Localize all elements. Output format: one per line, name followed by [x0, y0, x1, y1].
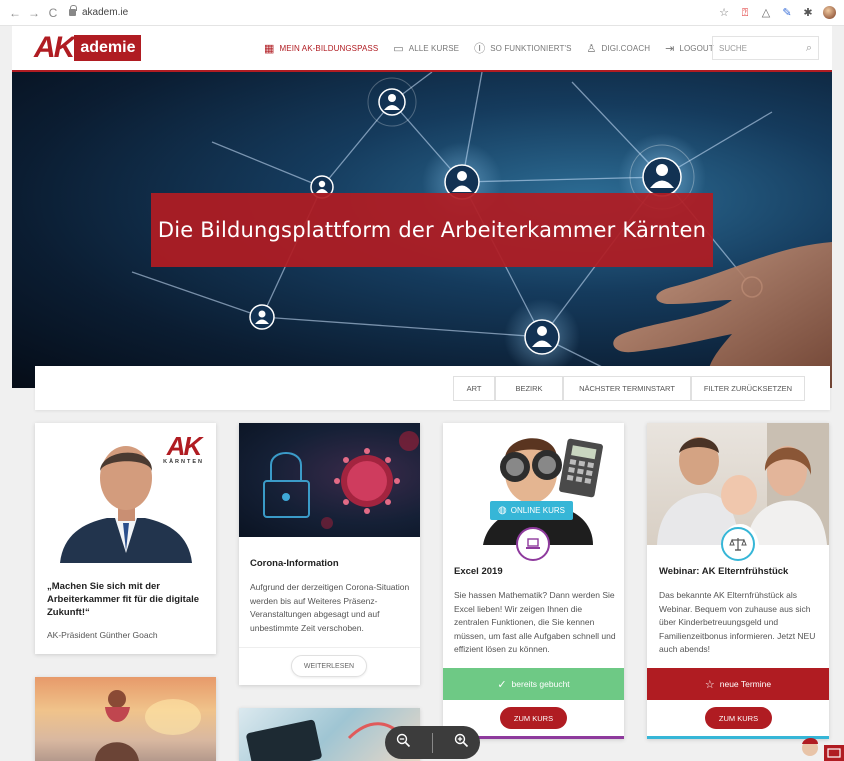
akademie-logo[interactable]: AK ademie — [34, 31, 142, 64]
zum-kurs-button[interactable]: ZUM KURS — [705, 707, 772, 729]
nav-digi-coach[interactable]: ♙ DIGI.COACH — [587, 42, 651, 55]
star-icon: ☆ — [704, 678, 715, 691]
lock-icon — [69, 5, 77, 16]
elternfruehstueck-course-card: Webinar: AK Elternfrühstück Das bekannte… — [647, 423, 829, 739]
chat-widget[interactable] — [800, 734, 844, 761]
hero-title: Die Bildungsplattform der Arbeiterkammer… — [157, 218, 707, 242]
booked-status-bar: ✓ bereits gebucht — [443, 668, 624, 700]
hero-banner-image: Die Bildungsplattform der Arbeiterkammer… — [12, 72, 832, 388]
url-text: akadem.ie — [82, 7, 129, 18]
quote-author: AK-Präsident Günther Goach — [47, 630, 158, 640]
address-bar[interactable]: akadem.ie — [69, 5, 129, 18]
filter-naechster-terminstart[interactable]: NÄCHSTER TERMINSTART — [563, 376, 691, 401]
corona-text: Aufgrund der derzeitigen Corona-Situatio… — [250, 582, 410, 633]
user-icon: ♙ — [586, 42, 597, 55]
ak-kaernten-logo: AK KÄRNTEN — [163, 433, 204, 465]
extension-icons: ☆ ⍰ △ ✎ ✱ — [718, 6, 836, 19]
quote-card: AK KÄRNTEN „Machen Sie sich mit der Arbe… — [35, 423, 216, 654]
grid-icon: ▦ — [264, 42, 275, 55]
ak-logo-text: AK — [166, 431, 203, 461]
forward-button[interactable]: → — [27, 6, 41, 20]
new-dates-status-bar: ☆ neue Termine — [647, 668, 829, 700]
filter-bezirk[interactable]: BEZIRK — [495, 376, 563, 401]
check-icon: ✓ — [497, 678, 507, 691]
family-card-partial[interactable] — [35, 677, 216, 761]
search-icon[interactable]: ⌕ — [806, 42, 812, 55]
filter-bar: ART BEZIRK NÄCHSTER TERMINSTART FILTER Z… — [35, 366, 830, 410]
search-box: ⌕ — [712, 36, 819, 60]
star-icon[interactable]: ☆ — [718, 7, 730, 19]
nav-alle-kurse[interactable]: ▭ ALLE KURSE — [393, 42, 459, 55]
drive-icon[interactable]: △ — [760, 7, 772, 19]
weiterlesen-button[interactable]: WEITERLESEN — [291, 655, 367, 677]
main-nav: ▦ MEIN AK-BILDUNGSPASS ▭ ALLE KURSE ⓘ SO… — [264, 26, 714, 70]
zoom-out-icon[interactable] — [396, 733, 411, 753]
logo-ak: AK — [34, 31, 75, 64]
nav-label: SO FUNKTIONIERT'S — [490, 43, 572, 53]
nav-label: DIGI.COACH — [601, 43, 651, 53]
browser-toolbar: ← → C akadem.ie ☆ ⍰ △ ✎ ✱ — [0, 0, 844, 26]
reload-button[interactable]: C — [46, 6, 60, 20]
quote-text: „Machen Sie sich mit der Arbeiterkammer … — [47, 581, 200, 618]
filter-art[interactable]: ART — [453, 376, 495, 401]
filter-zuruecksetzen[interactable]: FILTER ZURÜCKSETZEN — [691, 376, 805, 401]
nav-label: MEIN AK-BILDUNGSPASS — [279, 43, 379, 53]
virus-lock-image — [239, 423, 420, 537]
logout-icon: ⇥ — [665, 42, 675, 55]
zoom-in-icon[interactable] — [454, 733, 469, 753]
corona-title: Corona-Information — [250, 558, 339, 569]
online-kurs-badge: ◍ ONLINE KURS — [490, 501, 573, 520]
hero-title-banner: Die Bildungsplattform der Arbeiterkammer… — [151, 193, 713, 267]
zoom-control — [385, 726, 480, 759]
excel-course-card: ◍ ONLINE KURS Excel 2019 Sie hassen Math… — [443, 423, 624, 739]
pen-extension-icon[interactable]: ✎ — [781, 7, 793, 19]
globe-icon: ◍ — [498, 505, 507, 516]
red-extension-icon[interactable]: ⍰ — [739, 7, 751, 19]
ak-logo-subtext: KÄRNTEN — [163, 459, 204, 465]
nav-label: LOGOUT — [679, 43, 714, 53]
site-header: AK ademie ▦ MEIN AK-BILDUNGSPASS ▭ ALLE … — [12, 26, 832, 72]
online-kurs-label: ONLINE KURS — [510, 506, 565, 515]
nav-so-funktionierts[interactable]: ⓘ SO FUNKTIONIERT'S — [474, 40, 571, 56]
zoom-separator — [431, 732, 433, 753]
corona-info-card: Corona-Information Aufgrund der derzeiti… — [239, 423, 420, 685]
nav-logout[interactable]: ⇥ LOGOUT — [665, 42, 714, 55]
nav-label: ALLE KURSE — [408, 43, 460, 53]
sunset-family-photo — [35, 677, 216, 761]
folder-icon: ▭ — [393, 42, 404, 55]
pin-icon[interactable]: ✱ — [802, 7, 814, 19]
excel-title: Excel 2019 — [454, 566, 503, 577]
president-photo: AK KÄRNTEN — [35, 423, 216, 563]
elternfruehstueck-text: Das bekannte AK Elternfrühstück als Webi… — [659, 590, 816, 654]
excel-text: Sie hassen Mathematik? Dann werden Sie E… — [454, 590, 616, 654]
back-button[interactable]: ← — [8, 6, 22, 20]
profile-avatar[interactable] — [823, 6, 836, 19]
booked-status-text: bereits gebucht — [511, 679, 570, 689]
nav-mein-bildungspass[interactable]: ▦ MEIN AK-BILDUNGSPASS — [264, 42, 378, 55]
search-input[interactable] — [719, 43, 799, 53]
scale-icon — [721, 527, 755, 561]
card-divider — [239, 647, 420, 648]
elternfruehstueck-title: Webinar: AK Elternfrühstück — [659, 566, 789, 577]
laptop-icon — [516, 527, 550, 561]
zum-kurs-button[interactable]: ZUM KURS — [500, 707, 567, 729]
logo-text: ademie — [74, 35, 142, 61]
question-circle-icon: ⓘ — [474, 43, 486, 55]
new-dates-status-text: neue Termine — [719, 679, 772, 689]
